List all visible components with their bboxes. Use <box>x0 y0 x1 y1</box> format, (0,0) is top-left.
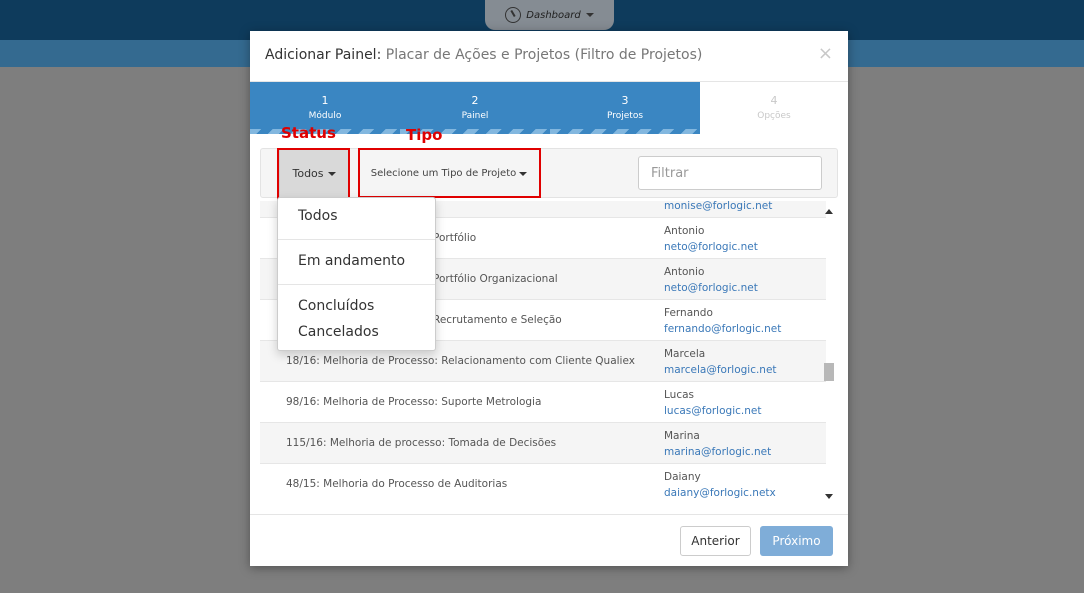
modal-header: Adicionar Painel: Placar de Ações e Proj… <box>250 31 848 82</box>
dashboard-menu-label: Dashboard <box>526 9 581 21</box>
step-number: 3 <box>621 94 629 107</box>
modal-title-main: Adicionar Painel: <box>265 47 382 63</box>
project-name: Recrutamento e Seleção <box>433 314 562 326</box>
dashboard-gauge-icon <box>505 7 522 23</box>
status-dropdown-menu: Todos Em andamento Concluídos Cancelados <box>277 197 436 351</box>
step-label: Painel <box>461 111 489 121</box>
responsible-email: daiany@forlogic.netx <box>664 487 776 499</box>
status-option-todos[interactable]: Todos <box>298 208 337 224</box>
scrollbar-thumb[interactable] <box>824 363 834 381</box>
scroll-up-icon[interactable] <box>825 209 833 214</box>
responsible-name: Daiany <box>664 471 701 483</box>
menu-divider <box>278 284 435 285</box>
status-annotation-box <box>277 148 350 200</box>
modal-title: Adicionar Painel: Placar de Ações e Proj… <box>265 47 702 63</box>
project-name: 48/15: Melhoria do Processo de Auditoria… <box>286 478 508 490</box>
table-row[interactable]: 98/16: Melhoria de Processo: Suporte Met… <box>260 382 826 423</box>
previous-button[interactable]: Anterior <box>680 526 751 556</box>
step-number: 4 <box>770 94 778 107</box>
responsible-email: neto@forlogic.net <box>664 282 758 294</box>
add-panel-modal: Adicionar Painel: Placar de Ações e Proj… <box>250 31 848 566</box>
modal-title-sub: Placar de Ações e Projetos (Filtro de Pr… <box>385 47 703 63</box>
close-icon[interactable]: × <box>818 43 833 64</box>
status-option-concluidos[interactable]: Concluídos <box>298 298 374 314</box>
wizard-step-projetos[interactable]: 3 Projetos <box>550 82 700 134</box>
step-label: Módulo <box>308 111 342 121</box>
menu-divider <box>278 239 435 240</box>
wizard-step-opcoes: 4 Opções <box>700 82 848 134</box>
table-row[interactable]: 115/16: Melhoria de processo: Tomada de … <box>260 423 826 464</box>
responsible-email: monise@forlogic.net <box>664 201 773 212</box>
step-number: 2 <box>471 94 479 107</box>
responsible-name: Marcela <box>664 348 706 360</box>
responsible-email: fernando@forlogic.net <box>664 323 782 335</box>
step-label: Opções <box>757 111 791 121</box>
status-option-cancelados[interactable]: Cancelados <box>298 324 379 340</box>
tipo-annotation-label: Tipo <box>406 126 443 144</box>
responsible-name: Antonio <box>664 225 705 237</box>
project-name: Portfólio Organizacional <box>433 273 558 285</box>
responsible-email: marcela@forlogic.net <box>664 364 777 376</box>
responsible-name: Antonio <box>664 266 705 278</box>
step-number: 1 <box>321 94 329 107</box>
project-name: 115/16: Melhoria de processo: Tomada de … <box>286 437 557 449</box>
scroll-down-icon[interactable] <box>825 494 833 499</box>
step-label: Projetos <box>606 111 644 121</box>
table-row[interactable]: 48/15: Melhoria do Processo de Auditoria… <box>260 464 826 503</box>
responsible-name: Lucas <box>664 389 694 401</box>
tipo-annotation-box <box>358 148 541 198</box>
next-button[interactable]: Próximo <box>760 526 833 556</box>
dashboard-menu[interactable]: Dashboard <box>485 0 614 30</box>
filter-input[interactable] <box>638 156 822 190</box>
responsible-email: lucas@forlogic.net <box>664 405 762 417</box>
responsible-name: Fernando <box>664 307 713 319</box>
responsible-email: marina@forlogic.net <box>664 446 772 458</box>
status-annotation-label: Status <box>281 124 336 142</box>
wizard-steps: 1 Módulo 2 Painel 3 Projetos 4 Opções <box>250 82 848 134</box>
project-name: Portfólio <box>433 232 477 244</box>
modal-footer: Anterior Próximo <box>250 514 848 566</box>
list-scrollbar[interactable] <box>822 207 836 501</box>
project-name: 98/16: Melhoria de Processo: Suporte Met… <box>286 396 542 408</box>
responsible-email: neto@forlogic.net <box>664 241 758 253</box>
chevron-down-icon <box>585 13 594 17</box>
status-option-em-andamento[interactable]: Em andamento <box>298 253 405 269</box>
responsible-name: Marina <box>664 430 700 442</box>
